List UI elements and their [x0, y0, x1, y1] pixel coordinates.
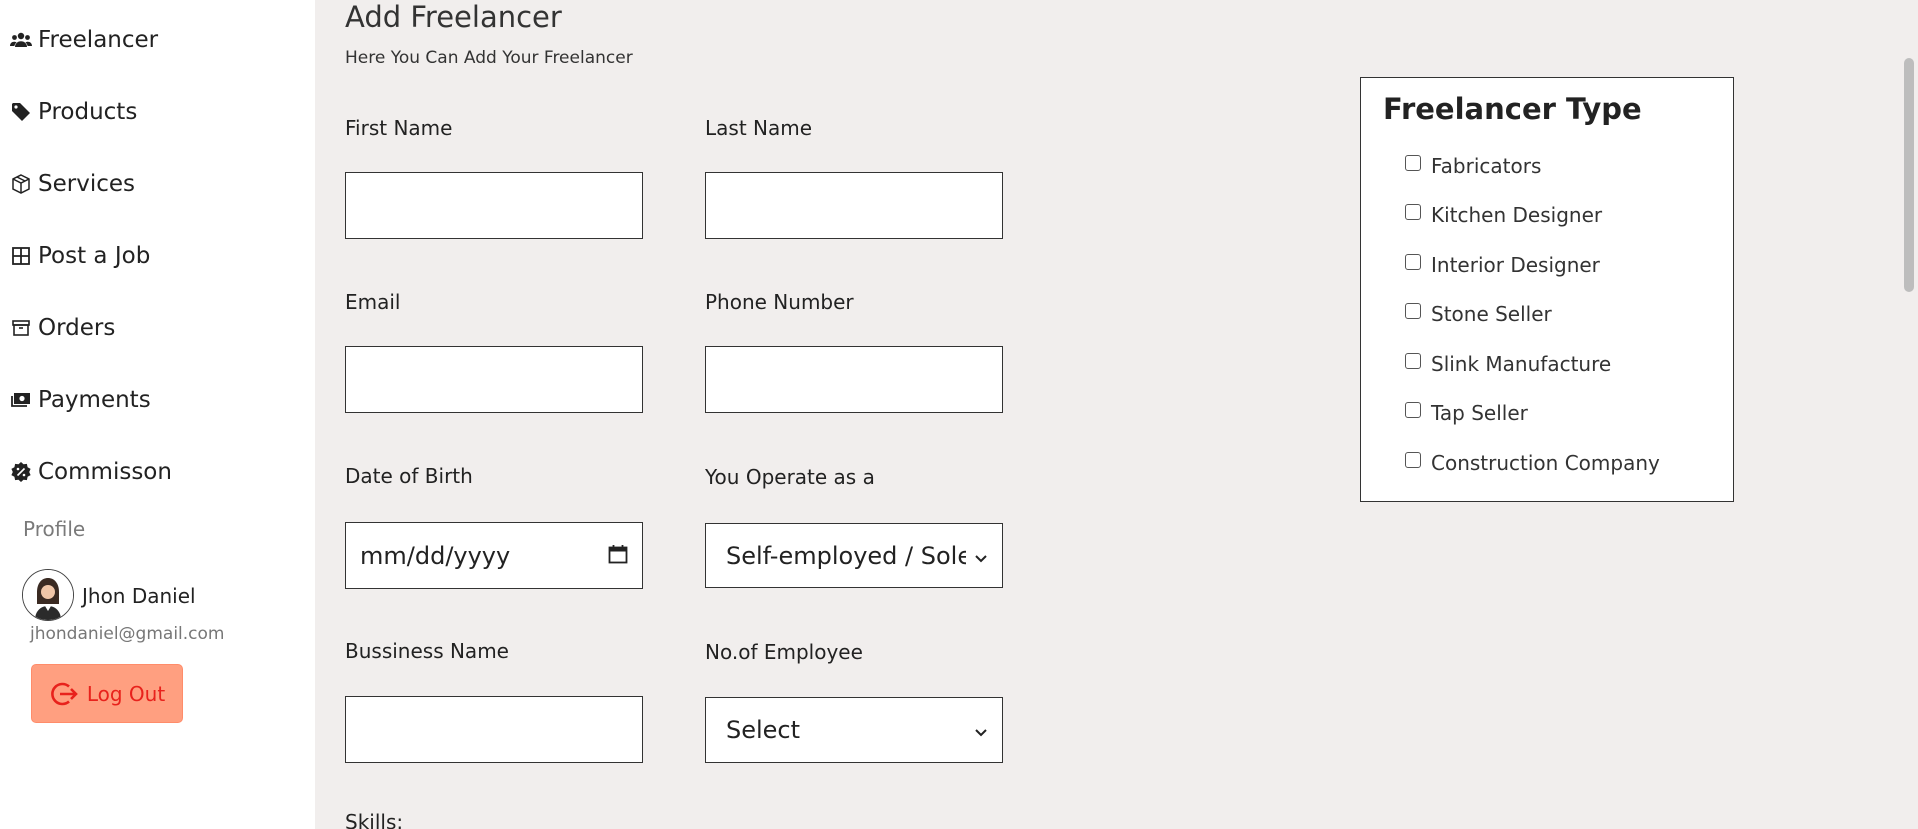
option-label: Slink Manufacture: [1431, 352, 1612, 376]
employees-label: No.of Employee: [705, 640, 863, 664]
last-name-field[interactable]: [705, 172, 1003, 239]
checkbox[interactable]: [1405, 155, 1421, 171]
business-name-field[interactable]: [345, 696, 643, 763]
sidebar-item-label: Freelancer: [38, 27, 159, 53]
logout-icon: [49, 680, 79, 708]
checkbox[interactable]: [1405, 452, 1421, 468]
last-name-label: Last Name: [705, 116, 813, 140]
logout-label: Log Out: [86, 681, 166, 706]
option-label: Tap Seller: [1431, 401, 1528, 425]
freelancer-type-option[interactable]: Construction Company: [1405, 451, 1660, 475]
first-name-field[interactable]: [345, 172, 643, 239]
archive-icon: [10, 317, 32, 339]
phone-input[interactable]: [706, 347, 1002, 412]
badge-percent-icon: [10, 461, 32, 483]
scrollbar[interactable]: [1900, 0, 1918, 829]
sidebar-item-post-a-job[interactable]: Post a Job: [10, 240, 150, 272]
last-name-input[interactable]: [706, 173, 1002, 238]
main-content: Add Freelancer Here You Can Add Your Fre…: [315, 0, 1918, 829]
sidebar-item-label: Payments: [38, 387, 151, 413]
sidebar-item-payments[interactable]: Payments: [10, 384, 151, 416]
grid-icon: [10, 245, 32, 267]
option-label: Kitchen Designer: [1431, 203, 1603, 227]
sidebar-item-label: Services: [38, 171, 135, 197]
dob-label: Date of Birth: [345, 464, 473, 488]
freelancer-type-title: Freelancer Type: [1383, 92, 1642, 126]
checkbox[interactable]: [1405, 353, 1421, 369]
sidebar-item-label: Products: [38, 99, 138, 125]
sidebar-item-label: Post a Job: [38, 243, 151, 269]
checkbox[interactable]: [1405, 204, 1421, 220]
page-title: Add Freelancer: [345, 0, 562, 34]
business-name-label: Bussiness Name: [345, 639, 509, 663]
email-label: Email: [345, 290, 401, 314]
phone-label: Phone Number: [705, 290, 854, 314]
operate-as-select[interactable]: Self-employed / Sole Trader: [705, 523, 1003, 588]
sidebar-item-services[interactable]: Services: [10, 168, 135, 200]
email-field[interactable]: [345, 346, 643, 413]
page-subtitle: Here You Can Add Your Freelancer: [345, 48, 633, 68]
checkbox[interactable]: [1405, 402, 1421, 418]
first-name-label: First Name: [345, 116, 453, 140]
checkbox[interactable]: [1405, 303, 1421, 319]
users-icon: [10, 29, 32, 51]
option-label: Interior Designer: [1431, 253, 1600, 277]
profile-heading: Profile: [23, 517, 86, 541]
operate-as-label: You Operate as a: [705, 465, 875, 489]
sidebar-item-label: Orders: [38, 315, 116, 341]
operate-as-value: Self-employed / Sole Trader: [726, 541, 966, 570]
phone-field[interactable]: [705, 346, 1003, 413]
employees-select[interactable]: Select: [705, 697, 1003, 763]
freelancer-type-option[interactable]: Interior Designer: [1405, 253, 1600, 277]
email-input[interactable]: [346, 347, 642, 412]
freelancer-type-option[interactable]: Kitchen Designer: [1405, 203, 1602, 227]
sidebar-item-products[interactable]: Products: [10, 96, 137, 128]
employees-value: Select: [726, 716, 801, 744]
first-name-input[interactable]: [346, 173, 642, 238]
dob-placeholder: mm/dd/yyyy: [360, 541, 511, 570]
freelancer-type-option[interactable]: Fabricators: [1405, 154, 1541, 178]
user-name: Jhon Daniel: [82, 584, 196, 608]
avatar[interactable]: [22, 569, 74, 621]
tag-icon: [10, 101, 32, 123]
business-name-input[interactable]: [346, 697, 642, 762]
sidebar-item-freelancer[interactable]: Freelancer: [10, 24, 158, 56]
scroll-thumb[interactable]: [1904, 58, 1914, 292]
freelancer-type-option[interactable]: Slink Manufacture: [1405, 352, 1611, 376]
skills-label: Skills:: [345, 810, 404, 829]
freelancer-type-card: Freelancer Type Fabricators Kitchen Desi…: [1360, 77, 1734, 502]
money-icon: [10, 389, 32, 411]
chevron-down-icon: [974, 542, 988, 570]
sidebar: Freelancer Products Services Post a Job …: [0, 0, 315, 829]
freelancer-type-option[interactable]: Tap Seller: [1405, 401, 1528, 425]
option-label: Stone Seller: [1431, 302, 1552, 326]
option-label: Construction Company: [1431, 451, 1660, 475]
dob-field[interactable]: mm/dd/yyyy: [345, 522, 643, 589]
freelancer-type-option[interactable]: Stone Seller: [1405, 302, 1552, 326]
box-icon: [10, 173, 32, 195]
checkbox[interactable]: [1405, 254, 1421, 270]
sidebar-item-label: Commisson: [38, 459, 172, 485]
sidebar-item-commisson[interactable]: Commisson: [10, 456, 172, 488]
calendar-icon[interactable]: [608, 542, 628, 570]
option-label: Fabricators: [1431, 154, 1542, 178]
logout-button[interactable]: Log Out: [31, 664, 183, 723]
chevron-down-icon: [974, 716, 988, 744]
sidebar-item-orders[interactable]: Orders: [10, 312, 115, 344]
user-email: jhondaniel@gmail.com: [30, 624, 225, 644]
